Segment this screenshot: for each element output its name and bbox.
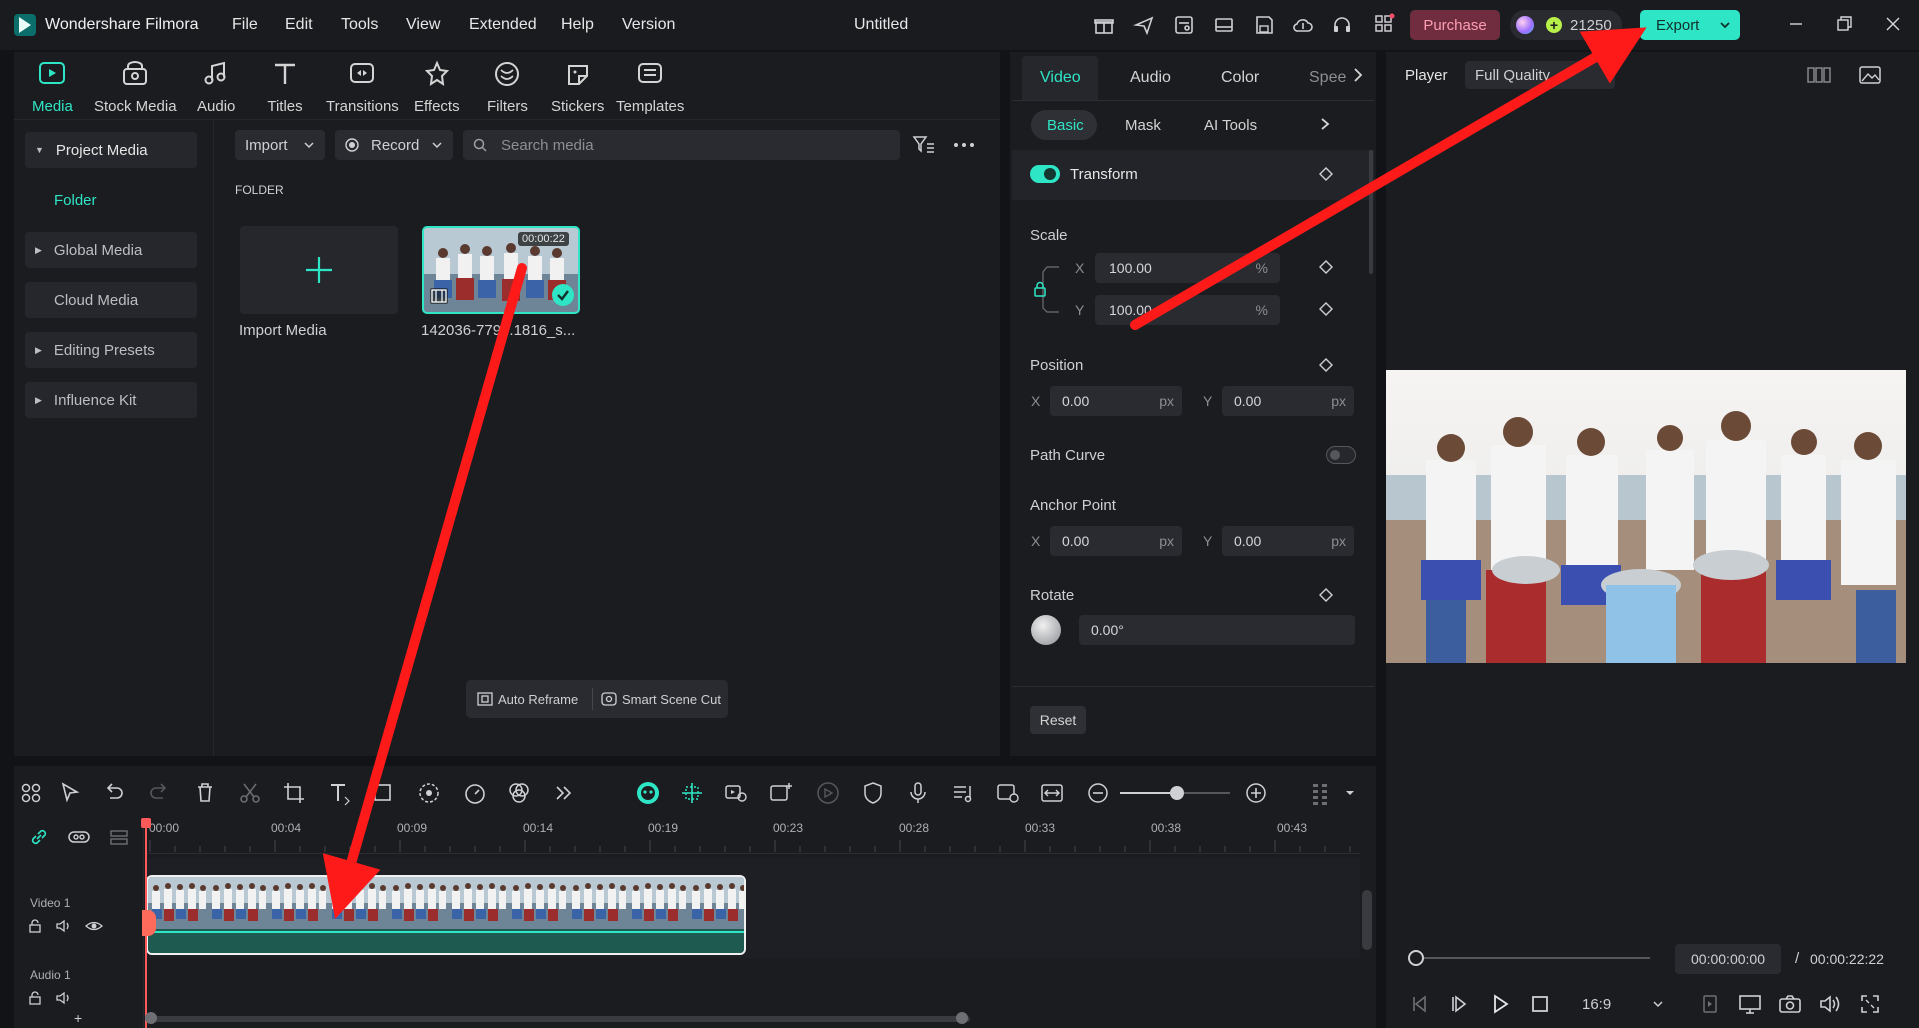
annotation-arrows — [322, 27, 1647, 920]
arrow-to-timeline — [322, 263, 527, 920]
arrow-to-export — [1130, 27, 1647, 330]
